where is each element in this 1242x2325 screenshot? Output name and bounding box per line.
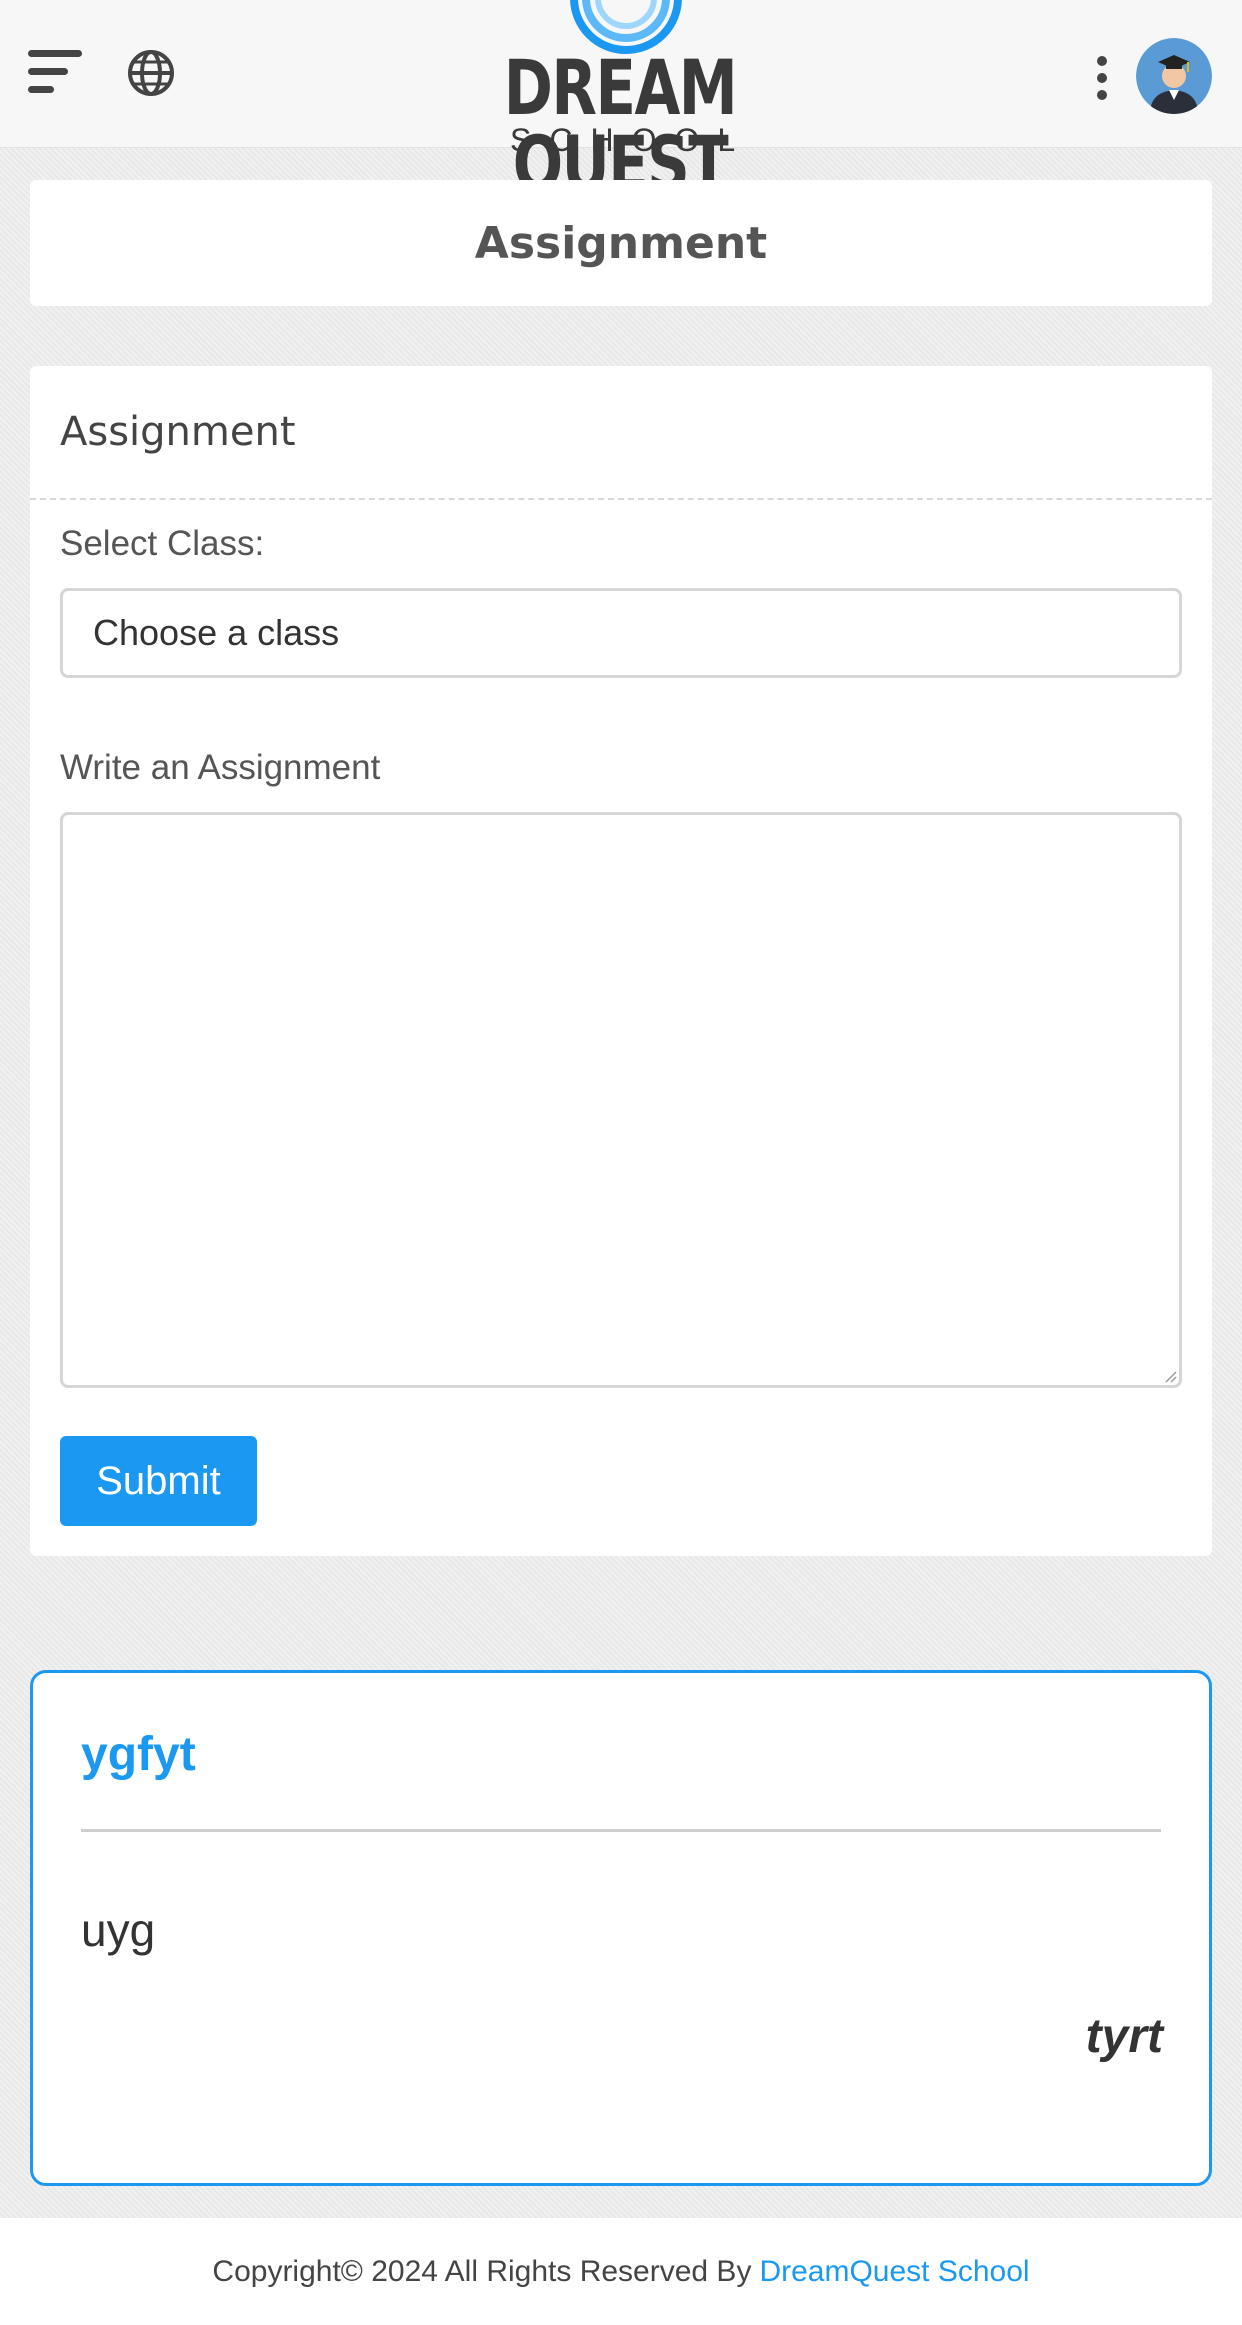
page-title-card: Assignment <box>30 180 1212 306</box>
globe-icon[interactable] <box>126 48 176 98</box>
post-author: tyrt <box>1085 2010 1163 2063</box>
page-title: Assignment <box>474 217 768 269</box>
form-card-title: Assignment <box>60 409 296 455</box>
top-bar: DREAM QUEST SCHOOL <box>0 0 1242 202</box>
submit-button[interactable]: Submit <box>60 1436 257 1526</box>
resize-grip-icon[interactable] <box>1161 1367 1177 1383</box>
select-class-label: Select Class: <box>60 524 265 563</box>
form-card-header: Assignment <box>30 366 1212 500</box>
logo-subtitle: SCHOOL <box>510 122 754 158</box>
vertical-dots-icon[interactable] <box>1092 56 1112 100</box>
footer: Copyright© 2024 All Rights Reserved By D… <box>0 2218 1242 2325</box>
assignment-text-label: Write an Assignment <box>60 748 381 787</box>
hamburger-menu-icon[interactable] <box>28 46 84 98</box>
post-title: ygfyt <box>81 1728 196 1781</box>
class-select[interactable]: Choose a class <box>60 588 1182 678</box>
school-logo[interactable]: DREAM QUEST SCHOOL <box>430 0 810 202</box>
footer-copyright: Copyright© 2024 All Rights Reserved By <box>212 2254 752 2288</box>
post-body: uyg <box>81 1904 156 1956</box>
graduate-avatar[interactable] <box>1136 38 1212 114</box>
footer-school-link[interactable]: DreamQuest School <box>759 2255 1029 2289</box>
post-divider <box>81 1829 1161 1832</box>
assignment-form-card: Assignment Select Class: Choose a class … <box>30 366 1212 1556</box>
assignment-post-card: ygfyt uyg tyrt <box>30 1670 1212 2186</box>
assignment-textarea[interactable] <box>60 812 1182 1388</box>
